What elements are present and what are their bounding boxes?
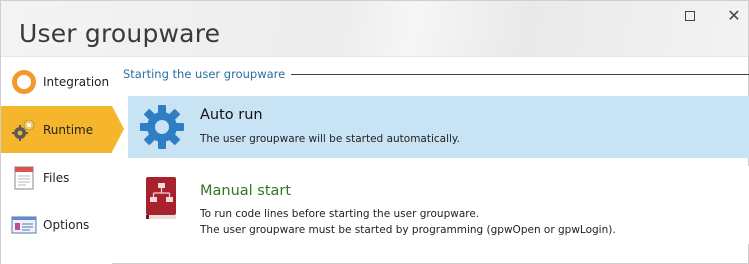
sidebar-item-label: Files <box>43 170 70 185</box>
window: User groupware ✕ Integration Runtime Fil… <box>0 0 749 264</box>
option-description-line-1: To run code lines before starting the us… <box>200 208 480 220</box>
option-description: The user groupware will be started autom… <box>200 133 460 145</box>
sidebar-item-label: Runtime <box>43 122 94 137</box>
main-panel: Starting the user groupware Auto run The… <box>123 58 749 264</box>
options-icon <box>11 212 37 238</box>
manual-book-icon <box>136 171 188 223</box>
sidebar-item-runtime[interactable]: Runtime <box>1 106 124 153</box>
close-icon: ✕ <box>727 6 741 25</box>
sidebar-item-label: Options <box>43 217 90 232</box>
gear-icon <box>136 101 188 153</box>
window-title: User groupware <box>19 19 221 48</box>
section-header: Starting the user groupware <box>123 67 749 81</box>
sidebar-item-files[interactable]: Files <box>1 154 112 201</box>
sidebar: Integration Runtime Files Options <box>1 58 124 264</box>
section-title: Starting the user groupware <box>123 67 286 81</box>
option-description-line-2: The user groupware must be started by pr… <box>200 224 616 236</box>
close-button[interactable]: ✕ <box>717 5 749 27</box>
title-bar: User groupware ✕ <box>1 1 748 57</box>
integration-ring-icon <box>11 69 37 95</box>
section-divider <box>291 73 749 75</box>
maximize-button[interactable] <box>673 5 707 27</box>
option-title: Auto run <box>200 107 263 123</box>
option-auto-run[interactable]: Auto run The user groupware will be star… <box>128 96 749 158</box>
files-icon <box>11 165 37 191</box>
option-manual-start[interactable]: Manual start To run code lines before st… <box>128 166 749 244</box>
sidebar-item-integration[interactable]: Integration <box>1 58 112 105</box>
option-title: Manual start <box>200 183 292 199</box>
maximize-icon <box>685 11 695 21</box>
sidebar-item-options[interactable]: Options <box>1 201 112 248</box>
sidebar-item-label: Integration <box>43 74 110 89</box>
runtime-gears-icon <box>11 117 37 143</box>
